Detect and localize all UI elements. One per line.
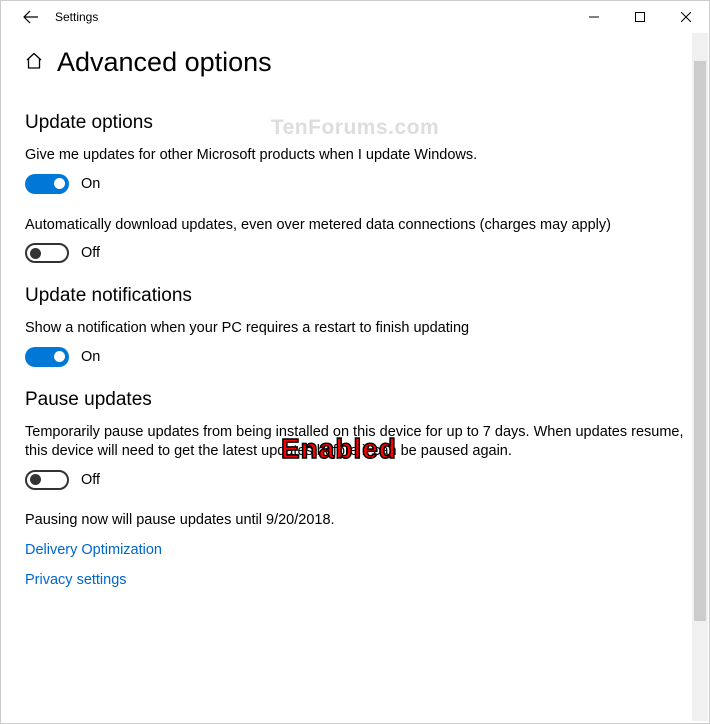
- pause-info-text: Pausing now will pause updates until 9/2…: [25, 512, 685, 528]
- setting-text: Automatically download updates, even ove…: [25, 216, 685, 236]
- window-title: Settings: [51, 10, 571, 24]
- link-privacy-settings[interactable]: Privacy settings: [25, 572, 685, 588]
- toggle-row: Off: [25, 470, 685, 490]
- setting-metered-connections: Automatically download updates, even ove…: [25, 216, 685, 264]
- setting-other-products: Give me updates for other Microsoft prod…: [25, 146, 685, 194]
- section-title: Update options: [25, 112, 685, 134]
- setting-pause-updates: Temporarily pause updates from being ins…: [25, 423, 685, 490]
- toggle-metered-connections[interactable]: [25, 243, 69, 263]
- section-title: Update notifications: [25, 285, 685, 307]
- section-update-options: Update options Give me updates for other…: [25, 112, 685, 263]
- back-button[interactable]: [11, 1, 51, 33]
- content-area: Advanced options Update options Give me …: [1, 33, 709, 723]
- maximize-icon: [635, 12, 645, 22]
- setting-text: Give me updates for other Microsoft prod…: [25, 146, 685, 166]
- toggle-state-label: On: [81, 176, 100, 192]
- toggle-state-label: Off: [81, 472, 100, 488]
- toggle-state-label: On: [81, 349, 100, 365]
- setting-restart-notification: Show a notification when your PC require…: [25, 319, 685, 367]
- toggle-restart-notification[interactable]: [25, 347, 69, 367]
- close-icon: [681, 12, 691, 22]
- toggle-row: On: [25, 174, 685, 194]
- page-title: Advanced options: [57, 47, 272, 78]
- minimize-icon: [589, 12, 599, 22]
- scrollbar[interactable]: [692, 33, 708, 721]
- link-delivery-optimization[interactable]: Delivery Optimization: [25, 542, 685, 558]
- toggle-other-products[interactable]: [25, 174, 69, 194]
- toggle-row: On: [25, 347, 685, 367]
- page-header: Advanced options: [25, 33, 685, 90]
- toggle-row: Off: [25, 243, 685, 263]
- titlebar: Settings: [1, 1, 709, 33]
- section-pause-updates: Pause updates Temporarily pause updates …: [25, 389, 685, 528]
- close-button[interactable]: [663, 1, 709, 33]
- window-controls: [571, 1, 709, 33]
- minimize-button[interactable]: [571, 1, 617, 33]
- toggle-pause-updates[interactable]: [25, 470, 69, 490]
- toggle-state-label: Off: [81, 245, 100, 261]
- section-title: Pause updates: [25, 389, 685, 411]
- scrollbar-thumb[interactable]: [694, 61, 706, 621]
- back-arrow-icon: [23, 9, 39, 25]
- maximize-button[interactable]: [617, 1, 663, 33]
- section-update-notifications: Update notifications Show a notification…: [25, 285, 685, 367]
- setting-text: Temporarily pause updates from being ins…: [25, 423, 685, 462]
- setting-text: Show a notification when your PC require…: [25, 319, 685, 339]
- home-icon[interactable]: [25, 50, 43, 75]
